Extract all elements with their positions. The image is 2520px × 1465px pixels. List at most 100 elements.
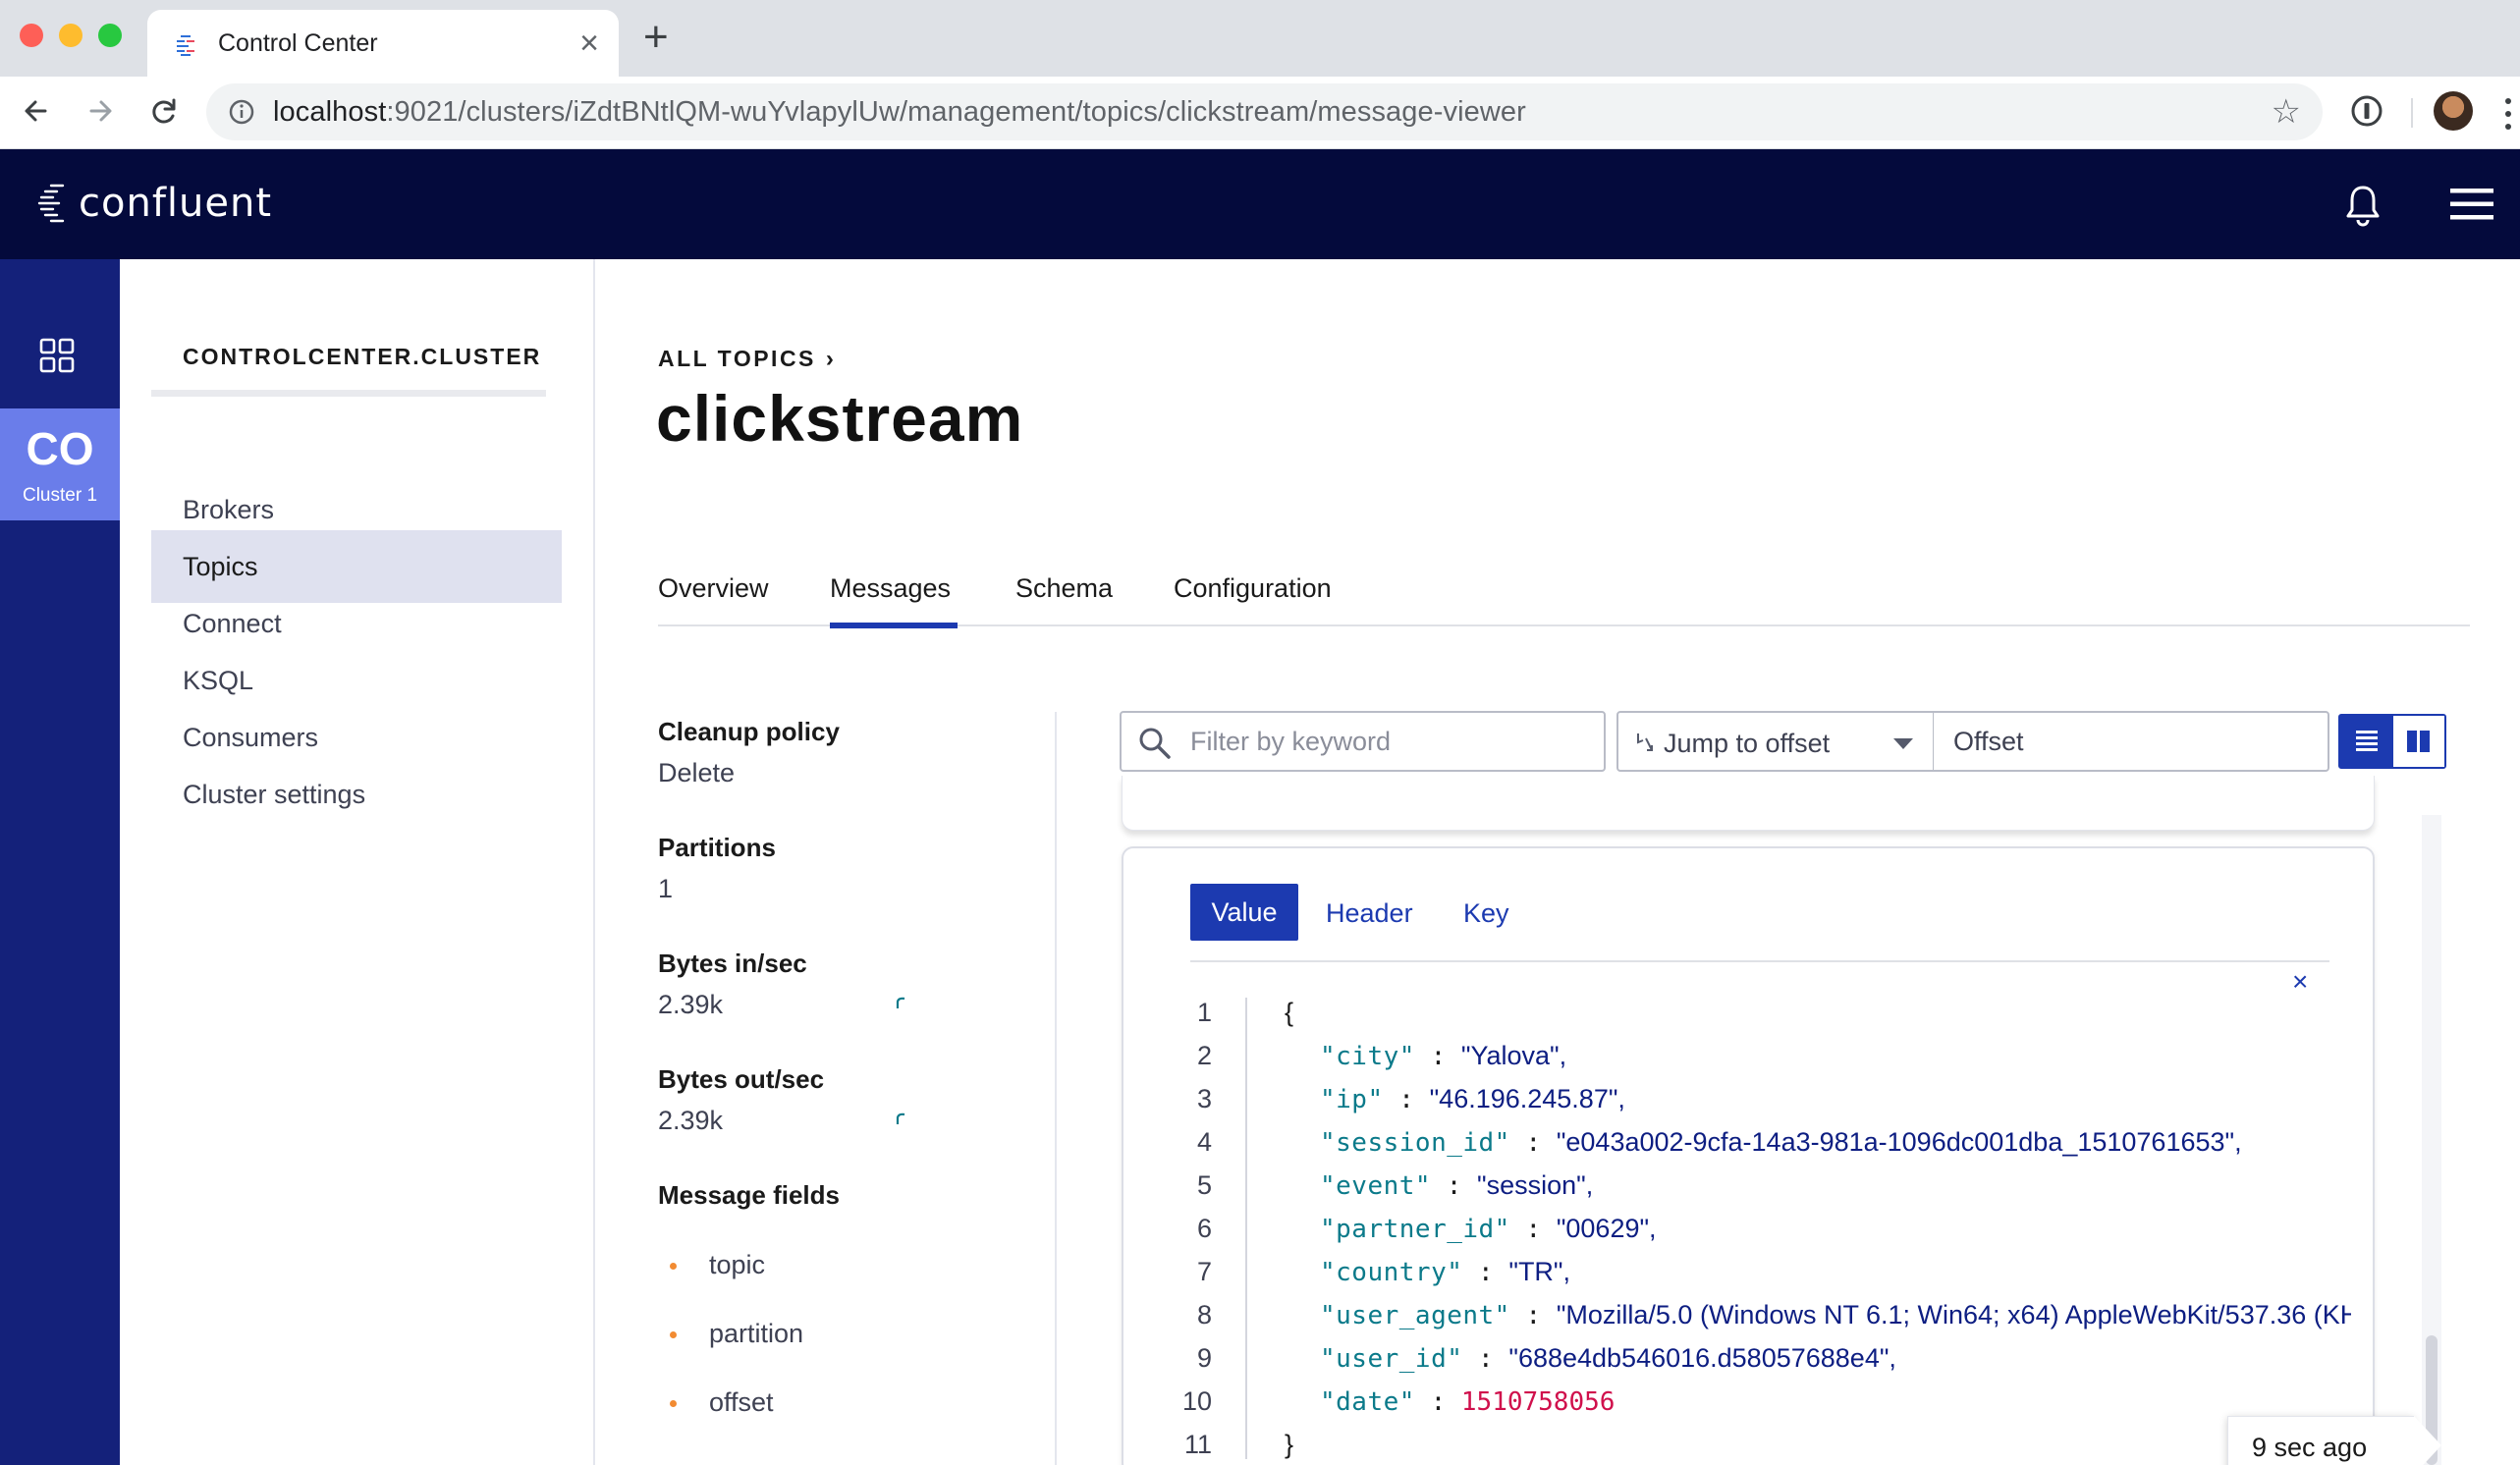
subtab-key[interactable]: Key xyxy=(1463,898,1509,929)
code-line: 2 "city" : "Yalova", xyxy=(1163,1041,2351,1084)
message-timestamp: 9 sec ago xyxy=(2252,1433,2368,1462)
card-view-button[interactable] xyxy=(2393,716,2444,767)
new-tab-button[interactable]: + xyxy=(643,16,669,59)
cleanup-policy-label: Cleanup policy xyxy=(658,717,840,746)
json-value: "46.196.245.87", xyxy=(1429,1084,1625,1113)
jump-select-value: Jump to offset xyxy=(1664,729,1831,758)
json-key: "user_agent" xyxy=(1320,1301,1510,1330)
json-brace: } xyxy=(1285,1430,1294,1459)
message-timestamp-badge: 9 sec ago xyxy=(2227,1416,2441,1465)
tab-close-icon[interactable]: × xyxy=(579,24,599,63)
code-line: 9 "user_id" : "688e4db546016.d58057688e4… xyxy=(1163,1343,2351,1386)
json-key: "country" xyxy=(1320,1258,1463,1287)
card-view-icon xyxy=(2407,731,2430,752)
active-tab-indicator xyxy=(830,623,958,628)
code-line: 8 "user_agent" : "Mozilla/5.0 (Windows N… xyxy=(1163,1300,2351,1343)
cluster-name: Cluster 1 xyxy=(22,485,98,506)
url-text: localhost:9021/clusters/iZdtBNtlQM-wuYvl… xyxy=(273,96,1526,128)
app-header: confluent xyxy=(0,149,2520,259)
sidebar-item-cluster-settings[interactable]: Cluster settings xyxy=(151,758,562,831)
bytes-in-label: Bytes in/sec xyxy=(658,949,807,978)
code-line: 3 "ip" : "46.196.245.87", xyxy=(1163,1084,2351,1127)
field-bullet xyxy=(670,1331,677,1338)
code-line: 6 "partner_id" : "00629", xyxy=(1163,1214,2351,1257)
line-number: 3 xyxy=(1196,1084,1212,1113)
topic-tabs: Overview Messages Schema Configuration xyxy=(658,550,2470,626)
subtab-header[interactable]: Header xyxy=(1326,898,1413,929)
code-line: 11 } xyxy=(1163,1430,2351,1459)
profile-avatar[interactable] xyxy=(2434,91,2473,131)
json-value: "Yalova", xyxy=(1460,1041,1567,1070)
code-line: 7 "country" : "TR", xyxy=(1163,1257,2351,1300)
cluster-tile[interactable]: CO Cluster 1 xyxy=(0,408,120,520)
window-close-button[interactable] xyxy=(20,24,43,47)
address-bar[interactable]: localhost:9021/clusters/iZdtBNtlQM-wuYvl… xyxy=(206,83,2323,140)
reload-icon[interactable] xyxy=(139,86,189,136)
column-divider xyxy=(1055,712,1057,1465)
page-title: clickstream xyxy=(656,382,1024,455)
bytes-out-sparkline-icon xyxy=(896,1112,905,1124)
json-key: "city" xyxy=(1320,1042,1415,1071)
message-fields-label: Message fields xyxy=(658,1180,840,1210)
message-field-partition[interactable]: partition xyxy=(709,1319,803,1349)
browser-menu-icon[interactable] xyxy=(2504,96,2512,132)
main-menu-icon[interactable] xyxy=(2450,187,2493,222)
back-arrow-icon[interactable] xyxy=(12,86,61,136)
window-zoom-button[interactable] xyxy=(98,24,122,47)
cleanup-policy-value: Delete xyxy=(658,758,736,787)
breadcrumb[interactable]: ALL TOPICS › xyxy=(658,346,836,373)
line-number: 10 xyxy=(1181,1386,1212,1416)
filter-keyword-input[interactable] xyxy=(1190,723,1593,760)
message-json-viewer: 1 { 2 "city" : "Yalova", 3 "ip" : "46.19… xyxy=(1163,998,2351,1459)
offset-input[interactable] xyxy=(1953,723,2317,760)
bytes-out-value: 2.39k xyxy=(658,1106,724,1135)
json-key: "user_id" xyxy=(1320,1344,1463,1374)
message-field-topic[interactable]: topic xyxy=(709,1250,765,1280)
subtab-value[interactable]: Value xyxy=(1190,884,1298,941)
previous-message-card[interactable] xyxy=(1122,776,2375,831)
list-view-icon xyxy=(2356,731,2378,751)
json-value: "e043a002-9cfa-14a3-981a-1096dc001dba_15… xyxy=(1556,1127,2242,1157)
filter-field[interactable] xyxy=(1120,711,1606,772)
field-bullet xyxy=(670,1263,677,1270)
code-line: 5 "event" : "session", xyxy=(1163,1170,2351,1214)
tab-schema[interactable]: Schema xyxy=(1015,573,1113,604)
line-number: 1 xyxy=(1196,998,1212,1027)
tab-configuration[interactable]: Configuration xyxy=(1174,573,1332,604)
bytes-out-label: Bytes out/sec xyxy=(658,1064,825,1094)
all-clusters-button[interactable] xyxy=(0,259,120,407)
bookmark-star-icon[interactable]: ☆ xyxy=(2272,93,2301,131)
extension-icon[interactable] xyxy=(2349,93,2384,129)
json-key: "session_id" xyxy=(1320,1128,1510,1158)
partitions-value: 1 xyxy=(658,874,674,903)
partitions-label: Partitions xyxy=(658,833,776,862)
message-field-offset[interactable]: offset xyxy=(709,1387,774,1418)
site-info-icon[interactable] xyxy=(228,98,255,126)
sidebar-cluster-title: CONTROLCENTER.CLUSTER xyxy=(183,344,542,369)
tab-overview[interactable]: Overview xyxy=(658,573,769,604)
confluent-logo[interactable]: confluent xyxy=(37,179,272,228)
json-value: "session", xyxy=(1477,1170,1594,1200)
jump-to-offset-select[interactable]: Jump to offset xyxy=(1616,711,1935,772)
cluster-abbreviation: CO xyxy=(26,423,94,474)
confluent-favicon-icon xyxy=(177,35,194,56)
close-icon[interactable]: × xyxy=(2292,966,2308,998)
offset-field[interactable] xyxy=(1933,711,2329,772)
line-number: 7 xyxy=(1196,1257,1212,1286)
jump-icon xyxy=(1637,733,1653,751)
breadcrumb-all-topics[interactable]: ALL TOPICS xyxy=(658,346,816,371)
window-minimize-button[interactable] xyxy=(59,24,82,47)
json-value: "TR", xyxy=(1508,1257,1571,1286)
cluster-rail: CO Cluster 1 xyxy=(0,259,120,1465)
view-mode-toggle xyxy=(2338,714,2446,769)
tab-messages[interactable]: Messages xyxy=(830,573,951,604)
list-view-button[interactable] xyxy=(2340,716,2393,767)
toolbar-separator xyxy=(2411,98,2413,128)
json-number-value: 1510758056 xyxy=(1460,1387,1616,1417)
browser-tab[interactable]: Control Center × xyxy=(147,10,619,77)
forward-arrow-icon[interactable] xyxy=(76,86,125,136)
notifications-bell-icon[interactable] xyxy=(2342,183,2383,228)
chevron-right-icon: › xyxy=(825,346,837,372)
line-number: 6 xyxy=(1196,1214,1212,1243)
json-key: "event" xyxy=(1320,1171,1432,1201)
